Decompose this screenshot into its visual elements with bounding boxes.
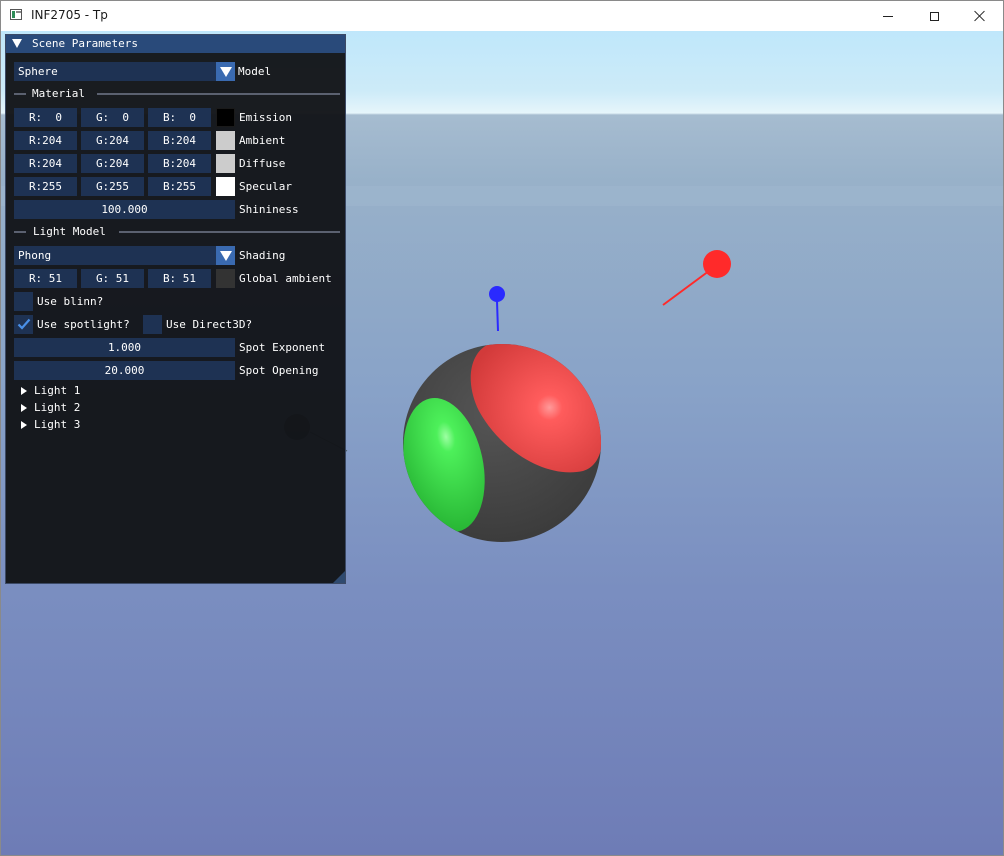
close-icon	[974, 10, 986, 22]
global-ambient-g-field[interactable]: G: 51	[81, 269, 144, 288]
specular-color-swatch[interactable]	[216, 177, 235, 196]
diffuse-label: Diffuse	[239, 157, 286, 170]
separator-line-right	[119, 231, 340, 233]
spotlight-row: Use spotlight? Use Direct3D?	[14, 315, 339, 334]
caret-right-icon	[21, 387, 27, 395]
use-blinn-row: Use blinn?	[14, 292, 214, 311]
emission-g-field[interactable]: G: 0	[81, 108, 144, 127]
tree-node-light-1[interactable]: Light 1	[21, 384, 121, 399]
window-title: INF2705 - Tp	[31, 8, 108, 22]
light-1-label: Light 1	[34, 384, 81, 397]
shading-combo[interactable]: Phong	[14, 246, 235, 265]
shading-label: Shading	[239, 249, 286, 262]
resize-grip[interactable]	[333, 571, 345, 583]
model-combo[interactable]: Sphere	[14, 62, 235, 81]
use-blinn-label: Use blinn?	[37, 295, 104, 308]
minimize-icon	[883, 15, 893, 17]
use-direct3d-checkbox[interactable]	[143, 315, 162, 334]
light-2-label: Light 2	[34, 401, 81, 414]
ambient-row: R:204 G:204 B:204 Ambient	[14, 131, 339, 150]
specular-r-field[interactable]: R:255	[14, 177, 77, 196]
minimize-button[interactable]	[865, 1, 911, 31]
shading-row: Phong Shading	[14, 246, 339, 265]
shininess-slider[interactable]: 100.000	[14, 200, 235, 219]
global-ambient-row: R: 51 G: 51 B: 51 Global ambient	[14, 269, 339, 288]
spot-exponent-row: 1.000 Spot Exponent	[14, 338, 339, 357]
spot-opening-slider[interactable]: 20.000	[14, 361, 235, 380]
separator-line-left	[14, 231, 26, 233]
collapse-triangle-icon[interactable]	[12, 39, 22, 48]
shading-value: Phong	[18, 249, 52, 262]
emission-color-swatch[interactable]	[216, 108, 235, 127]
sphere-model	[403, 344, 601, 542]
title-bar[interactable]: INF2705 - Tp	[1, 1, 1003, 31]
diffuse-g-field[interactable]: G:204	[81, 154, 144, 173]
scene-parameters-panel: Scene Parameters Sphere Model Material R…	[5, 34, 346, 584]
light-model-header: Light Model	[33, 225, 106, 238]
diffuse-row: R:204 G:204 B:204 Diffuse	[14, 154, 339, 173]
emission-label: Emission	[239, 111, 292, 124]
diffuse-r-field[interactable]: R:204	[14, 154, 77, 173]
global-ambient-label: Global ambient	[239, 272, 332, 285]
global-ambient-b-field[interactable]: B: 51	[148, 269, 211, 288]
model-label: Model	[238, 65, 272, 78]
ambient-color-swatch[interactable]	[216, 131, 235, 150]
specular-label: Specular	[239, 180, 292, 193]
model-value: Sphere	[18, 65, 58, 78]
ambient-label: Ambient	[239, 134, 286, 147]
ambient-r-field[interactable]: R:204	[14, 131, 77, 150]
shininess-row: 100.000 Shininess	[14, 200, 339, 219]
chevron-down-icon[interactable]	[216, 62, 235, 81]
maximize-button[interactable]	[911, 1, 957, 31]
spot-opening-row: 20.000 Spot Opening	[14, 361, 339, 380]
panel-header[interactable]: Scene Parameters	[6, 35, 345, 53]
use-spotlight-label: Use spotlight?	[37, 318, 130, 331]
caret-right-icon	[21, 421, 27, 429]
spot-exponent-label: Spot Exponent	[239, 341, 326, 354]
maximize-icon	[929, 11, 939, 21]
diffuse-color-swatch[interactable]	[216, 154, 235, 173]
separator-line-left	[14, 93, 26, 95]
emission-row: R: 0 G: 0 B: 0 Emission	[14, 108, 339, 127]
emission-b-field[interactable]: B: 0	[148, 108, 211, 127]
light-model-separator: Light Model	[14, 225, 340, 238]
light-marker-blue[interactable]	[489, 286, 505, 332]
model-row: Sphere Model	[14, 62, 339, 81]
material-header: Material	[32, 87, 85, 100]
app-icon	[10, 9, 22, 20]
use-spotlight-checkbox[interactable]	[14, 315, 33, 334]
use-direct3d-label: Use Direct3D?	[166, 318, 253, 331]
app-window: INF2705 - Tp Scene Parameters Sphere Mod…	[0, 0, 1004, 856]
specular-b-field[interactable]: B:255	[148, 177, 211, 196]
light-marker-red[interactable]	[662, 250, 731, 306]
ambient-b-field[interactable]: B:204	[148, 131, 211, 150]
use-blinn-checkbox[interactable]	[14, 292, 33, 311]
caret-right-icon	[21, 404, 27, 412]
ambient-g-field[interactable]: G:204	[81, 131, 144, 150]
separator-line-right	[97, 93, 340, 95]
close-button[interactable]	[957, 1, 1003, 31]
shininess-label: Shininess	[239, 203, 299, 216]
diffuse-b-field[interactable]: B:204	[148, 154, 211, 173]
global-ambient-color-swatch[interactable]	[216, 269, 235, 288]
checkmark-icon	[17, 318, 31, 330]
specular-row: R:255 G:255 B:255 Specular	[14, 177, 339, 196]
specular-g-field[interactable]: G:255	[81, 177, 144, 196]
light-3-label: Light 3	[34, 418, 81, 431]
spot-exponent-slider[interactable]: 1.000	[14, 338, 235, 357]
chevron-down-icon[interactable]	[216, 246, 235, 265]
global-ambient-r-field[interactable]: R: 51	[14, 269, 77, 288]
material-separator: Material	[14, 87, 340, 100]
emission-r-field[interactable]: R: 0	[14, 108, 77, 127]
tree-node-light-2[interactable]: Light 2	[21, 401, 121, 416]
tree-node-light-3[interactable]: Light 3	[21, 418, 121, 433]
spot-opening-label: Spot Opening	[239, 364, 319, 377]
panel-title: Scene Parameters	[32, 37, 138, 50]
